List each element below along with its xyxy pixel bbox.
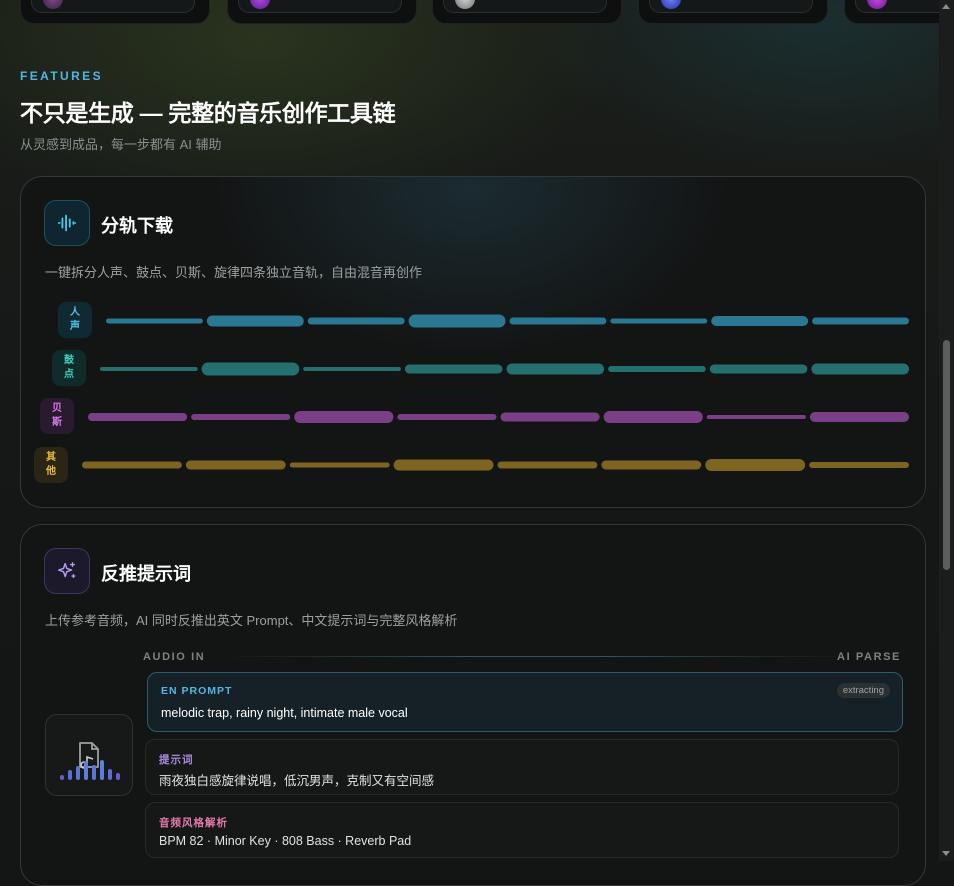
waveform-segment [303, 367, 401, 371]
section-divider [226, 656, 846, 657]
top-card[interactable] [227, 0, 417, 24]
section-title: 不只是生成 — 完整的音乐创作工具链 [20, 100, 396, 126]
waveform-segment [809, 462, 909, 468]
prompt-description: 上传参考音频，AI 同时反推出英文 Prompt、中文提示词与完整风格解析 [45, 613, 458, 628]
style-analysis-text: BPM 82 · Minor Key · 808 Bass · Reverb P… [159, 834, 412, 848]
waveform-segment [601, 460, 702, 470]
waveform-segment [506, 363, 605, 375]
prompt-title: 反推提示词 [101, 564, 191, 584]
scrollbar-thumb[interactable] [943, 340, 950, 570]
top-card[interactable] [432, 0, 622, 24]
waveform-segment [88, 413, 188, 421]
waveform-segment [397, 414, 497, 420]
waveform-segment [706, 415, 806, 419]
waveform-segment [404, 364, 503, 374]
waveform-segment [500, 412, 600, 422]
waveform-segment [408, 314, 506, 328]
waveform-segment [393, 459, 494, 471]
cn-prompt-box[interactable]: 提示词 雨夜独白感旋律说唱，低沉男声，克制又有空间感 [145, 739, 899, 795]
waveform-segment [294, 411, 394, 423]
waveform-segment [201, 362, 300, 376]
en-prompt-text: melodic trap, rainy night, intimate male… [161, 706, 408, 720]
waveform-segment [809, 412, 909, 422]
waveform-segment [811, 363, 909, 375]
audio-file-icon [60, 742, 120, 780]
scroll-down-arrow-icon[interactable] [942, 851, 950, 856]
status-badge: extracting [836, 683, 890, 698]
waveform-segment [610, 318, 708, 324]
top-card[interactable] [638, 0, 828, 24]
en-prompt-box[interactable]: EN PROMPT extracting melodic trap, rainy… [147, 672, 903, 732]
waveform-segment [509, 317, 607, 325]
waveform-segment [82, 461, 182, 469]
waveform-segment [812, 317, 909, 325]
top-cards-row [20, 0, 954, 24]
waveform-segment [185, 460, 286, 470]
cn-prompt-text: 雨夜独白感旋律说唱，低沉男声，克制又有空间感 [159, 774, 435, 788]
waveform-segment [206, 315, 304, 327]
style-analysis-box[interactable]: 音频风格解析 BPM 82 · Minor Key · 808 Bass · R… [145, 802, 899, 858]
waveform-segment [608, 366, 706, 372]
en-prompt-label: EN PROMPT [161, 685, 233, 697]
waveform-segment [106, 318, 203, 324]
scroll-up-arrow-icon[interactable] [942, 4, 950, 9]
waveform-segment [711, 316, 809, 326]
waveform-segment [603, 411, 703, 423]
top-card[interactable] [20, 0, 210, 24]
feature-card-prompt[interactable]: 反推提示词 上传参考音频，AI 同时反推出英文 Prompt、中文提示词与完整风… [20, 524, 926, 886]
top-card[interactable] [844, 0, 954, 24]
waveform-segment [100, 367, 198, 371]
waveform-segment [705, 459, 806, 471]
waveform-segment [497, 461, 598, 469]
cn-prompt-label: 提示词 [159, 754, 194, 766]
audio-in-label: AUDIO IN [143, 651, 206, 663]
waveform-segment [709, 364, 808, 374]
feature-card-stems[interactable]: 分轨下载 一键拆分人声、鼓点、贝斯、旋律四条独立音轨，自由混音再创作 人 声 鼓… [20, 176, 926, 508]
section-subtitle: 从灵感到成品，每一步都有 AI 辅助 [20, 137, 222, 152]
scrollbar[interactable] [939, 0, 954, 861]
style-analysis-label: 音频风格解析 [159, 817, 228, 829]
ai-parse-label: AI PARSE [837, 651, 901, 663]
waveform-segment [191, 414, 291, 420]
sparkles-icon [58, 562, 76, 579]
prompt-icon-box [44, 548, 90, 594]
waveform-segment [289, 462, 390, 468]
audio-input-box[interactable] [45, 714, 133, 796]
section-eyebrow: FEATURES [20, 69, 103, 83]
waveform-segment [307, 317, 405, 325]
stem-waveforms [82, 314, 909, 471]
